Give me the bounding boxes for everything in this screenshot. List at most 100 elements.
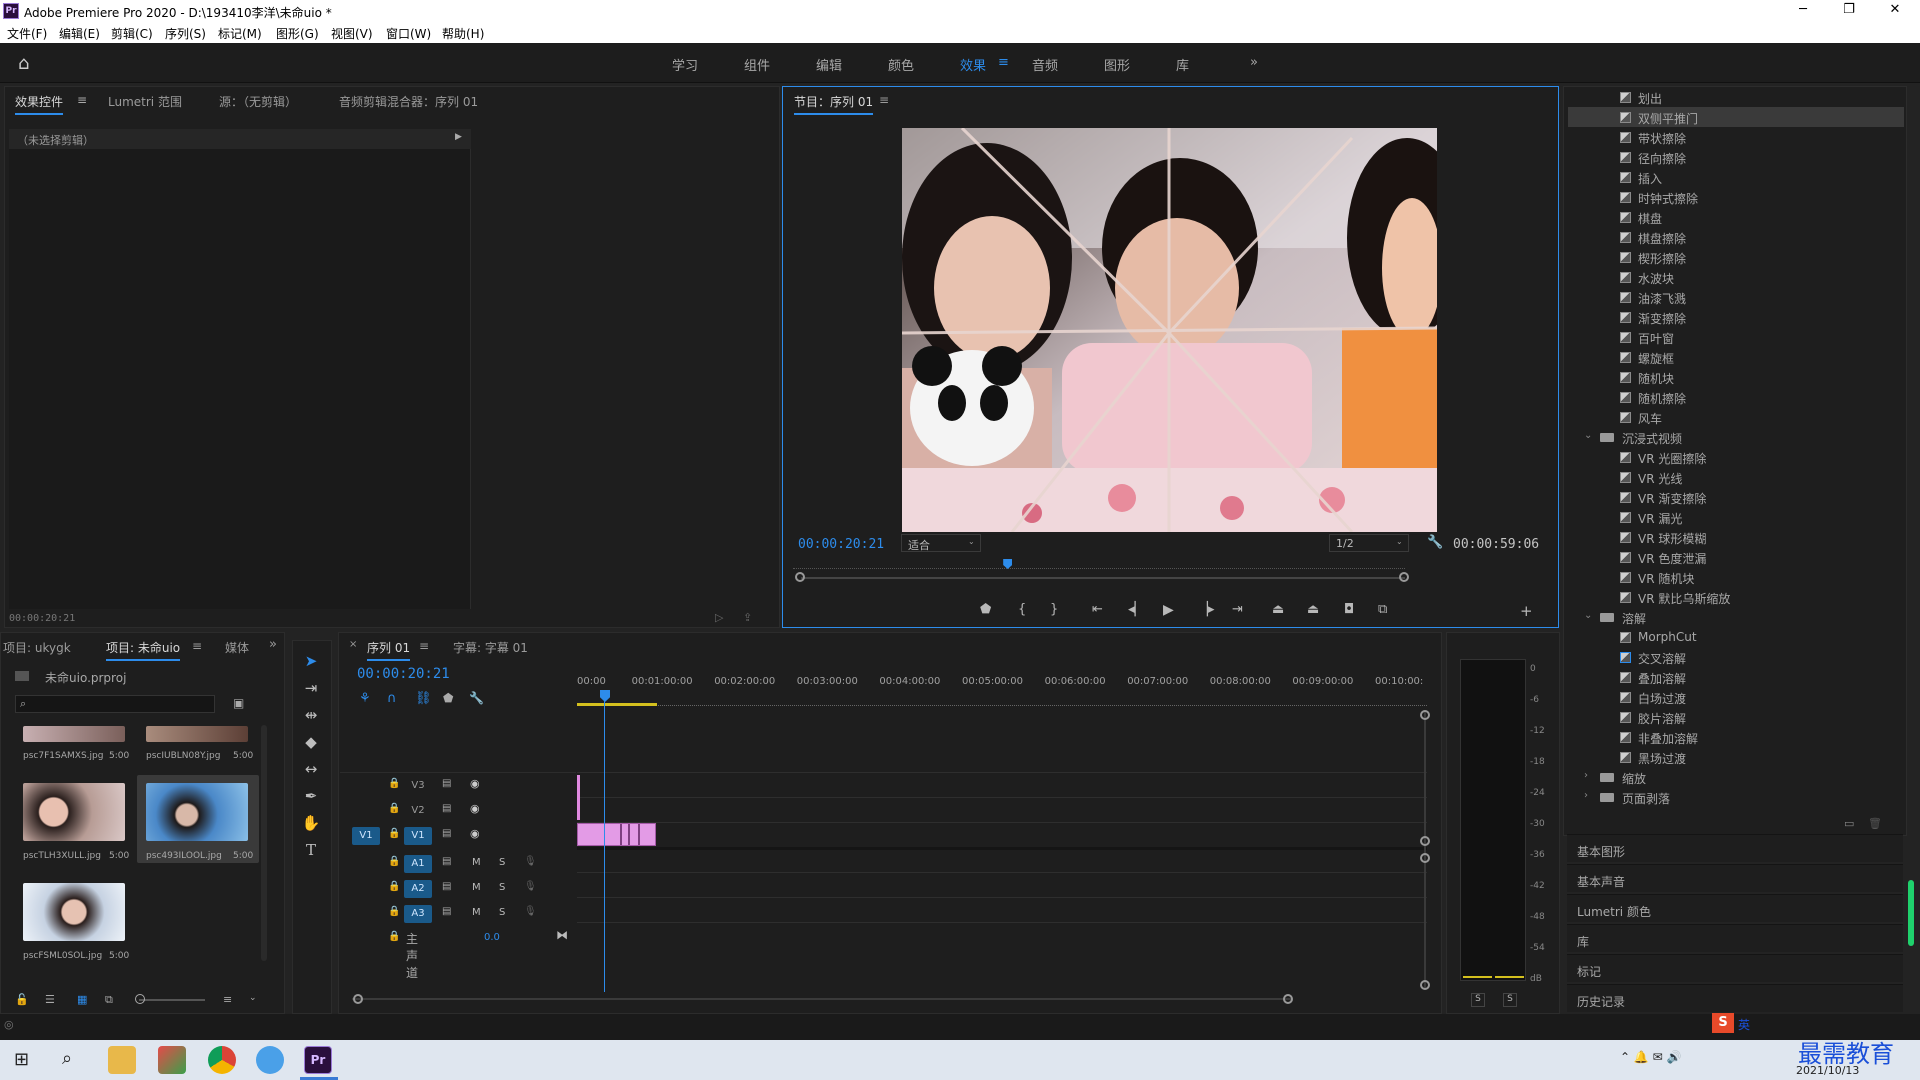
timeline-hscroll[interactable] <box>352 998 1292 1000</box>
effect-item[interactable]: VR 球形模糊 <box>1568 527 1904 547</box>
minimize-button[interactable]: ─ <box>1780 0 1826 22</box>
new-bin-icon[interactable]: ▭ <box>1844 817 1854 830</box>
add-marker-icon[interactable]: ⬟ <box>443 691 453 705</box>
workspace-tab-color[interactable]: 颜色 <box>888 55 914 74</box>
menu-marker[interactable]: 标记(M) <box>218 25 262 42</box>
effect-item[interactable]: 风车 <box>1568 407 1904 427</box>
wrench-icon[interactable]: 🔧 <box>1427 535 1443 550</box>
project-menu-icon[interactable]: ≡ <box>192 639 202 653</box>
track-label-v1[interactable]: V1 <box>404 827 432 845</box>
file-explorer-icon[interactable] <box>108 1046 136 1074</box>
maximize-button[interactable]: ❐ <box>1826 0 1872 22</box>
ie-icon[interactable] <box>256 1046 284 1074</box>
workspace-tab-graphics[interactable]: 图形 <box>1104 55 1130 74</box>
close-button[interactable]: ✕ <box>1872 0 1918 22</box>
chevron-right-icon[interactable]: › <box>1584 770 1588 781</box>
solo-button[interactable]: S <box>499 907 505 918</box>
menu-window[interactable]: 窗口(W) <box>386 25 431 42</box>
mute-button[interactable]: M <box>472 907 481 918</box>
nest-icon[interactable]: ⚘ <box>359 691 371 706</box>
search-icon[interactable]: ⌕ <box>62 1048 72 1069</box>
workspace-tab-assembly[interactable]: 组件 <box>744 55 770 74</box>
effect-item[interactable]: 非叠加溶解 <box>1568 727 1904 747</box>
effect-item[interactable]: VR 色度泄漏 <box>1568 547 1904 567</box>
menu-help[interactable]: 帮助(H) <box>442 25 484 42</box>
razor-tool-icon[interactable]: ◆ <box>300 731 322 753</box>
panel-menu-icon[interactable]: ≡ <box>77 93 87 107</box>
film-icon[interactable]: ▤ <box>442 828 451 839</box>
clip-edit-point[interactable] <box>620 824 622 845</box>
master-nav-icon[interactable]: ⧓ <box>556 928 568 942</box>
tab-media[interactable]: 媒体 <box>225 639 249 656</box>
effect-item[interactable]: 随机块 <box>1568 367 1904 387</box>
effect-item[interactable]: 螺旋框 <box>1568 347 1904 367</box>
hscroll-handle-left[interactable] <box>353 994 363 1004</box>
go-to-out-icon[interactable]: ⇥ <box>1232 602 1243 617</box>
clip-v3-v2[interactable] <box>577 775 580 820</box>
chevron-right-icon[interactable]: › <box>1584 790 1588 801</box>
eye-icon[interactable]: ◉ <box>470 802 480 815</box>
app-icon[interactable] <box>158 1046 186 1074</box>
workspace-tab-effects[interactable]: 效果 <box>960 55 986 74</box>
timeline-vscroll[interactable] <box>1424 712 1426 988</box>
menu-sequence[interactable]: 序列(S) <box>165 25 206 42</box>
workspace-more-icon[interactable]: » <box>1250 55 1258 70</box>
vscroll-handle[interactable] <box>1420 853 1430 863</box>
effect-item[interactable]: 随机擦除 <box>1568 387 1904 407</box>
work-area-bar[interactable] <box>577 703 657 706</box>
ime-logo-icon[interactable]: S <box>1712 1013 1734 1033</box>
home-icon[interactable]: ⌂ <box>18 53 29 74</box>
export-icon[interactable]: ⇪ <box>743 611 752 624</box>
lock-icon[interactable]: 🔒 <box>388 828 400 839</box>
media-thumbnail[interactable] <box>146 783 248 841</box>
button-editor-icon[interactable]: + <box>1520 602 1533 620</box>
timeline-menu-icon[interactable]: ≡ <box>419 639 429 653</box>
program-video-frame[interactable] <box>902 128 1437 532</box>
program-time-ruler[interactable] <box>793 561 1405 569</box>
chevron-down-icon[interactable]: ⌄ <box>1584 610 1592 621</box>
lock-icon[interactable]: 🔒 <box>388 931 400 942</box>
track-label-a3[interactable]: A3 <box>404 905 432 923</box>
effect-item[interactable]: 棋盘 <box>1568 207 1904 227</box>
zoom-slider[interactable] <box>139 999 205 1001</box>
film-icon[interactable]: ▤ <box>442 881 451 892</box>
effect-item[interactable]: VR 随机块 <box>1568 567 1904 587</box>
effect-item[interactable]: 白场过渡 <box>1568 687 1904 707</box>
effect-item[interactable]: 楔形擦除 <box>1568 247 1904 267</box>
media-thumbnail[interactable] <box>146 726 248 742</box>
effect-item[interactable]: MorphCut <box>1568 627 1904 647</box>
expand-arrow-icon[interactable]: ▶ <box>455 132 462 142</box>
mark-in-icon[interactable]: { <box>1018 602 1026 617</box>
workspace-tab-learn[interactable]: 学习 <box>672 55 698 74</box>
effect-item[interactable]: VR 漏光 <box>1568 507 1904 527</box>
effect-item[interactable]: 交叉溶解 <box>1568 647 1904 667</box>
effect-item[interactable]: VR 光圈擦除 <box>1568 447 1904 467</box>
clip-v1[interactable] <box>577 823 656 846</box>
clip-edit-point[interactable] <box>638 824 640 845</box>
timeline-settings-icon[interactable]: 🔧 <box>469 691 484 705</box>
compare-icon[interactable]: ⧉ <box>1378 602 1387 617</box>
effect-item[interactable]: 水波块 <box>1568 267 1904 287</box>
mute-button[interactable]: M <box>472 882 481 893</box>
chevron-down-icon[interactable]: ⌄ <box>249 993 257 1003</box>
mark-out-icon[interactable]: } <box>1050 602 1058 617</box>
effect-item[interactable]: 时钟式擦除 <box>1568 187 1904 207</box>
solo-right-button[interactable]: S <box>1503 993 1517 1007</box>
track-label-v3[interactable]: V3 <box>404 777 432 795</box>
side-section-lumetri-color[interactable]: Lumetri 颜色 <box>1567 894 1903 922</box>
effect-item[interactable]: 胶片溶解 <box>1568 707 1904 727</box>
project-scrollbar[interactable] <box>261 725 267 961</box>
solo-left-button[interactable]: S <box>1471 993 1485 1007</box>
clip-edit-point[interactable] <box>628 824 630 845</box>
effect-item[interactable]: 百叶窗 <box>1568 327 1904 347</box>
workspace-tab-libraries[interactable]: 库 <box>1176 55 1189 74</box>
camera-icon[interactable]: ◘ <box>1344 602 1354 617</box>
premiere-taskbar-icon[interactable]: Pr <box>304 1046 332 1074</box>
tab-project-untitled[interactable]: 项目: 未命uio <box>106 639 181 661</box>
effect-item[interactable]: VR 默比乌斯缩放 <box>1568 587 1904 607</box>
media-thumbnail[interactable] <box>23 726 125 742</box>
program-monitor-title[interactable]: 节目：序列 01 <box>794 93 874 115</box>
lock-icon[interactable]: 🔒 <box>388 881 400 892</box>
effect-item[interactable]: 带状擦除 <box>1568 127 1904 147</box>
effect-folder[interactable]: › 缩放 <box>1568 767 1904 787</box>
